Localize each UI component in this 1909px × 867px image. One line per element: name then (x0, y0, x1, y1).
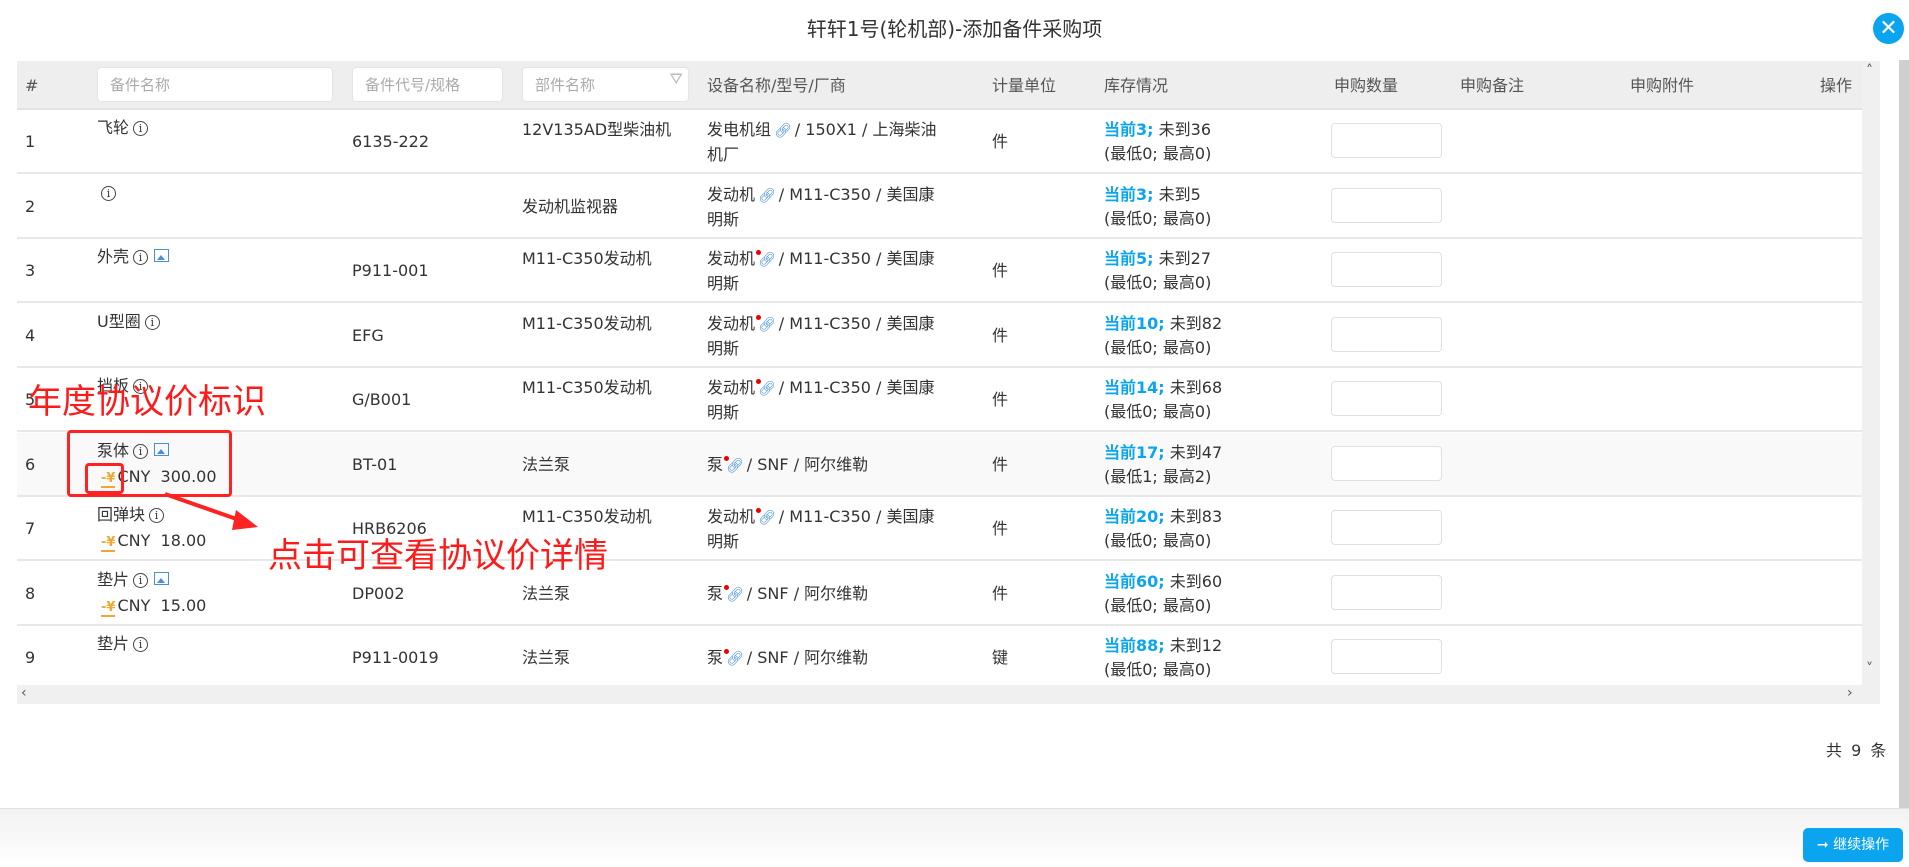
annotation-arrow-line (164, 492, 246, 524)
annotation-arrow-head (232, 510, 258, 530)
annotation-arrow (164, 492, 258, 530)
annotation-label-click-detail: 点击可查看协议价详情 (268, 536, 608, 576)
